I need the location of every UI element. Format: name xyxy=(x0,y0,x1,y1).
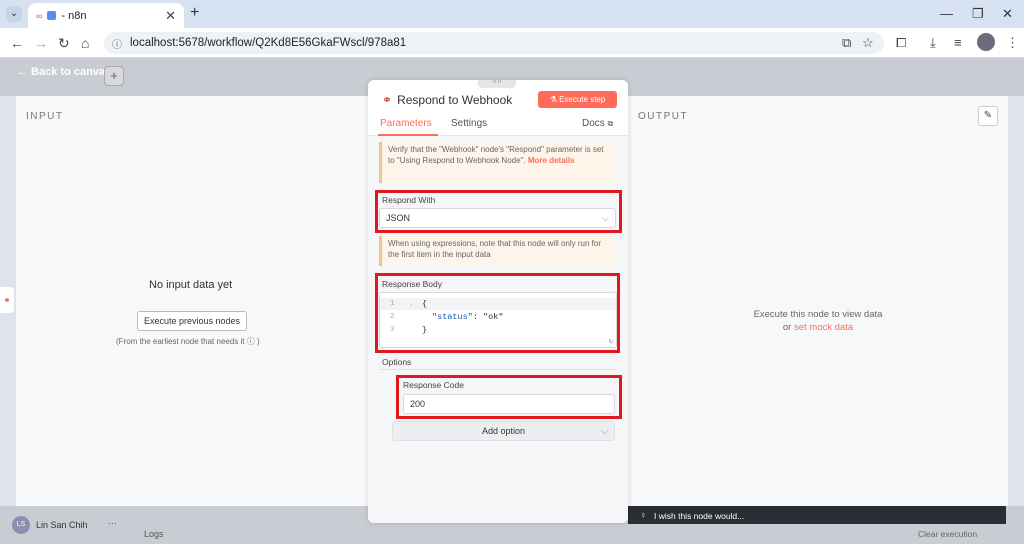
url-text: localhost:5678/workflow/Q2Kd8E56GkaFWscl… xyxy=(130,37,407,49)
webhook-icon: ⚭ xyxy=(382,93,393,107)
ndv-tabs: Parameters Settings Docs ⧉ xyxy=(368,115,628,136)
node-title: ⚭ Respond to Webhook xyxy=(382,93,512,107)
add-option-dropdown[interactable]: Add option ⌵ xyxy=(392,421,615,441)
tab-docs[interactable]: Docs ⧉ xyxy=(582,118,613,129)
add-option-label: Add option xyxy=(481,426,526,436)
no-input-text: No input data yet xyxy=(149,279,233,291)
back-to-canvas-link[interactable]: ← Back to canvas xyxy=(17,66,111,78)
execute-step-button[interactable]: ⚗ Execute step xyxy=(538,91,617,108)
set-mock-data-link[interactable]: set mock data xyxy=(794,322,853,333)
edit-output-button[interactable]: ✎ xyxy=(978,106,998,126)
more-details-link[interactable]: More details xyxy=(528,156,575,165)
user-avatar[interactable]: LS xyxy=(12,516,30,534)
feedback-text: I wish this node would... xyxy=(654,511,745,521)
translate-icon[interactable]: ⧉ xyxy=(842,35,851,51)
forward-arrow-icon[interactable]: → xyxy=(34,35,48,51)
output-empty-message: Execute this node to view data or set mo… xyxy=(750,308,886,334)
close-window-icon[interactable]: ✕ xyxy=(1002,6,1013,22)
close-tab-icon[interactable]: ✕ xyxy=(165,8,176,24)
browser-menu-icon[interactable]: ⋮ xyxy=(1006,35,1019,51)
highlight-response-code xyxy=(396,375,622,419)
output-heading: OUTPUT xyxy=(638,111,689,122)
chevron-down-icon: ⌵ xyxy=(601,426,608,436)
tab-settings[interactable]: Settings xyxy=(451,118,487,129)
docs-label: Docs xyxy=(582,118,605,129)
browser-tab-bar: ⌄ ∞ - n8n ✕ + — ❐ ✕ xyxy=(0,0,1024,28)
page-favicon-icon xyxy=(47,11,57,20)
tab-title: - n8n xyxy=(61,9,87,22)
webhook-node-icon[interactable]: ⚭ xyxy=(0,287,14,313)
download-icon[interactable]: ⤓ xyxy=(930,35,936,51)
feedback-bar[interactable]: ♀ I wish this node would... xyxy=(628,506,1006,524)
node-name[interactable]: Respond to Webhook xyxy=(397,93,512,107)
site-info-icon[interactable]: ⓘ xyxy=(112,36,122,51)
back-arrow-icon[interactable]: ← xyxy=(10,35,24,51)
highlight-respond-with xyxy=(375,190,622,233)
user-name: Lin San Chih xyxy=(36,520,88,530)
tab-parameters[interactable]: Parameters xyxy=(380,118,432,129)
clear-execution-button[interactable]: Clear execution xyxy=(918,529,977,539)
external-link-icon: ⧉ xyxy=(607,119,614,128)
home-icon[interactable]: ⌂ xyxy=(81,35,89,51)
expression-notice: When using expressions, note that this n… xyxy=(379,236,615,266)
address-bar: ← → ↻ ⌂ ⓘ localhost:5678/workflow/Q2Kd8E… xyxy=(0,28,1024,58)
profile-avatar-icon[interactable] xyxy=(977,33,995,51)
add-node-button[interactable]: + xyxy=(104,66,124,86)
output-message-line: Execute this node to view data xyxy=(753,309,883,320)
options-divider xyxy=(380,369,616,370)
drag-handle-icon[interactable]: ⠿⠿ xyxy=(478,80,516,88)
lightbulb-icon: ♀ xyxy=(640,510,647,520)
tab-list-icon[interactable]: ⌄ xyxy=(6,6,22,22)
input-heading: INPUT xyxy=(26,111,64,122)
execute-previous-nodes-button[interactable]: Execute previous nodes xyxy=(137,311,247,331)
highlight-response-body xyxy=(375,273,620,353)
url-input[interactable]: ⓘ localhost:5678/workflow/Q2Kd8E56GkaFWs… xyxy=(104,32,884,54)
new-tab-icon[interactable]: + xyxy=(190,4,199,22)
logs-label[interactable]: Logs xyxy=(144,529,164,539)
media-control-icon[interactable]: ≡ xyxy=(954,35,962,50)
extensions-icon[interactable]: ⧠ xyxy=(896,35,906,51)
webhook-config-notice: Verify that the "Webhook" node's "Respon… xyxy=(379,142,615,183)
bookmark-star-icon[interactable]: ☆ xyxy=(862,35,874,51)
user-menu-icon[interactable]: ··· xyxy=(108,518,117,528)
reload-icon[interactable]: ↻ xyxy=(58,35,70,52)
minimize-icon[interactable]: — xyxy=(940,6,953,21)
restore-icon[interactable]: ❐ xyxy=(972,6,984,22)
options-label: Options xyxy=(382,357,412,367)
n8n-favicon-icon: ∞ xyxy=(36,10,43,21)
browser-tab[interactable]: ∞ - n8n ✕ xyxy=(28,3,184,28)
output-or-text: or xyxy=(782,322,792,333)
earliest-node-hint: (From the earliest node that needs it ⓘ … xyxy=(116,337,260,346)
